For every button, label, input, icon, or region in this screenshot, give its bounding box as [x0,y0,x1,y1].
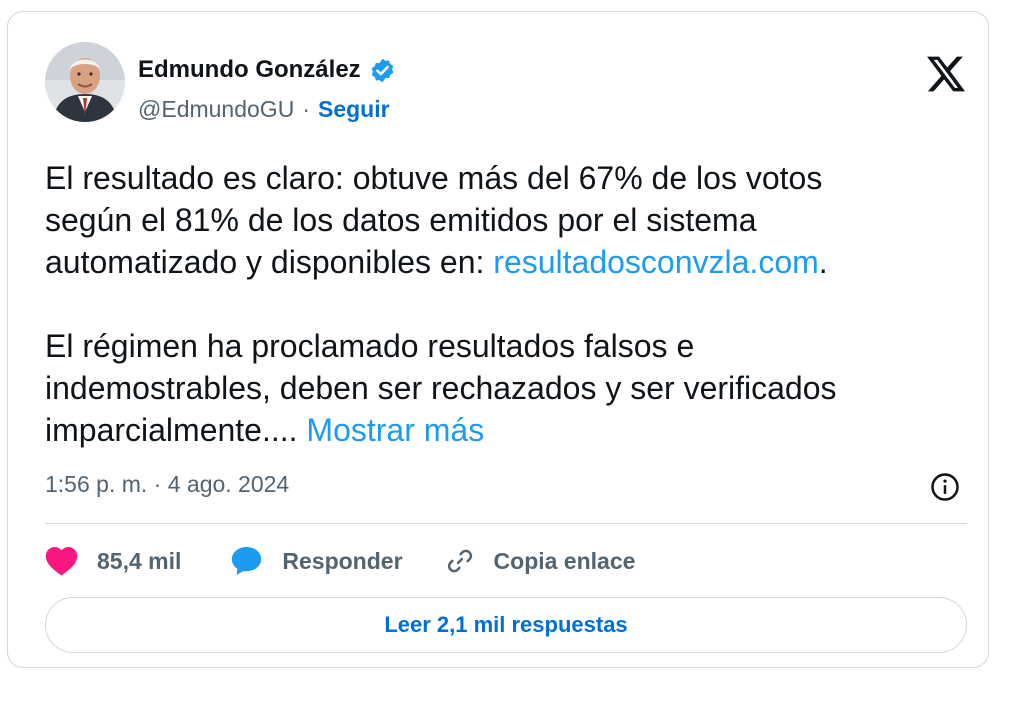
read-replies-button[interactable]: Leer 2,1 mil respuestas [45,597,967,653]
copy-link-label: Copia enlace [493,547,636,574]
info-icon[interactable] [930,472,960,502]
timestamp[interactable]: 1:56 p. m. · 4 ago. 2024 [45,471,289,498]
heart-icon [45,546,78,576]
reply-button[interactable]: Responder [230,545,403,577]
tweet-embed-card: Edmundo González @EdmundoGU · Seguir El … [7,11,989,668]
show-more-link[interactable]: Mostrar más [306,412,484,448]
speech-bubble-icon [232,547,262,575]
tweet-text: El resultado es claro: obtuve más del 67… [45,157,945,451]
author-handle[interactable]: @EdmundoGU [138,96,294,123]
author-name[interactable]: Edmundo González [138,56,361,84]
divider [45,523,967,524]
follow-button[interactable]: Seguir [318,96,390,123]
separator: · [302,96,310,122]
link-icon [447,549,472,573]
like-count: 85,4 mil [97,547,182,574]
tweet-text-para2-block: El régimen ha proclamado resultados fals… [45,325,945,451]
verified-badge-icon [369,57,396,84]
action-bar: 85,4 mil Responder Copia enlace [45,543,635,579]
copy-link-button[interactable]: Copia enlace [445,546,636,576]
x-logo-icon[interactable] [927,56,965,92]
like-button[interactable]: 85,4 mil [45,546,181,576]
external-link[interactable]: resultadosconvzla.com [493,244,818,280]
avatar[interactable] [45,42,125,122]
tweet-text-period: . [818,244,828,280]
reply-label: Responder [282,547,403,574]
